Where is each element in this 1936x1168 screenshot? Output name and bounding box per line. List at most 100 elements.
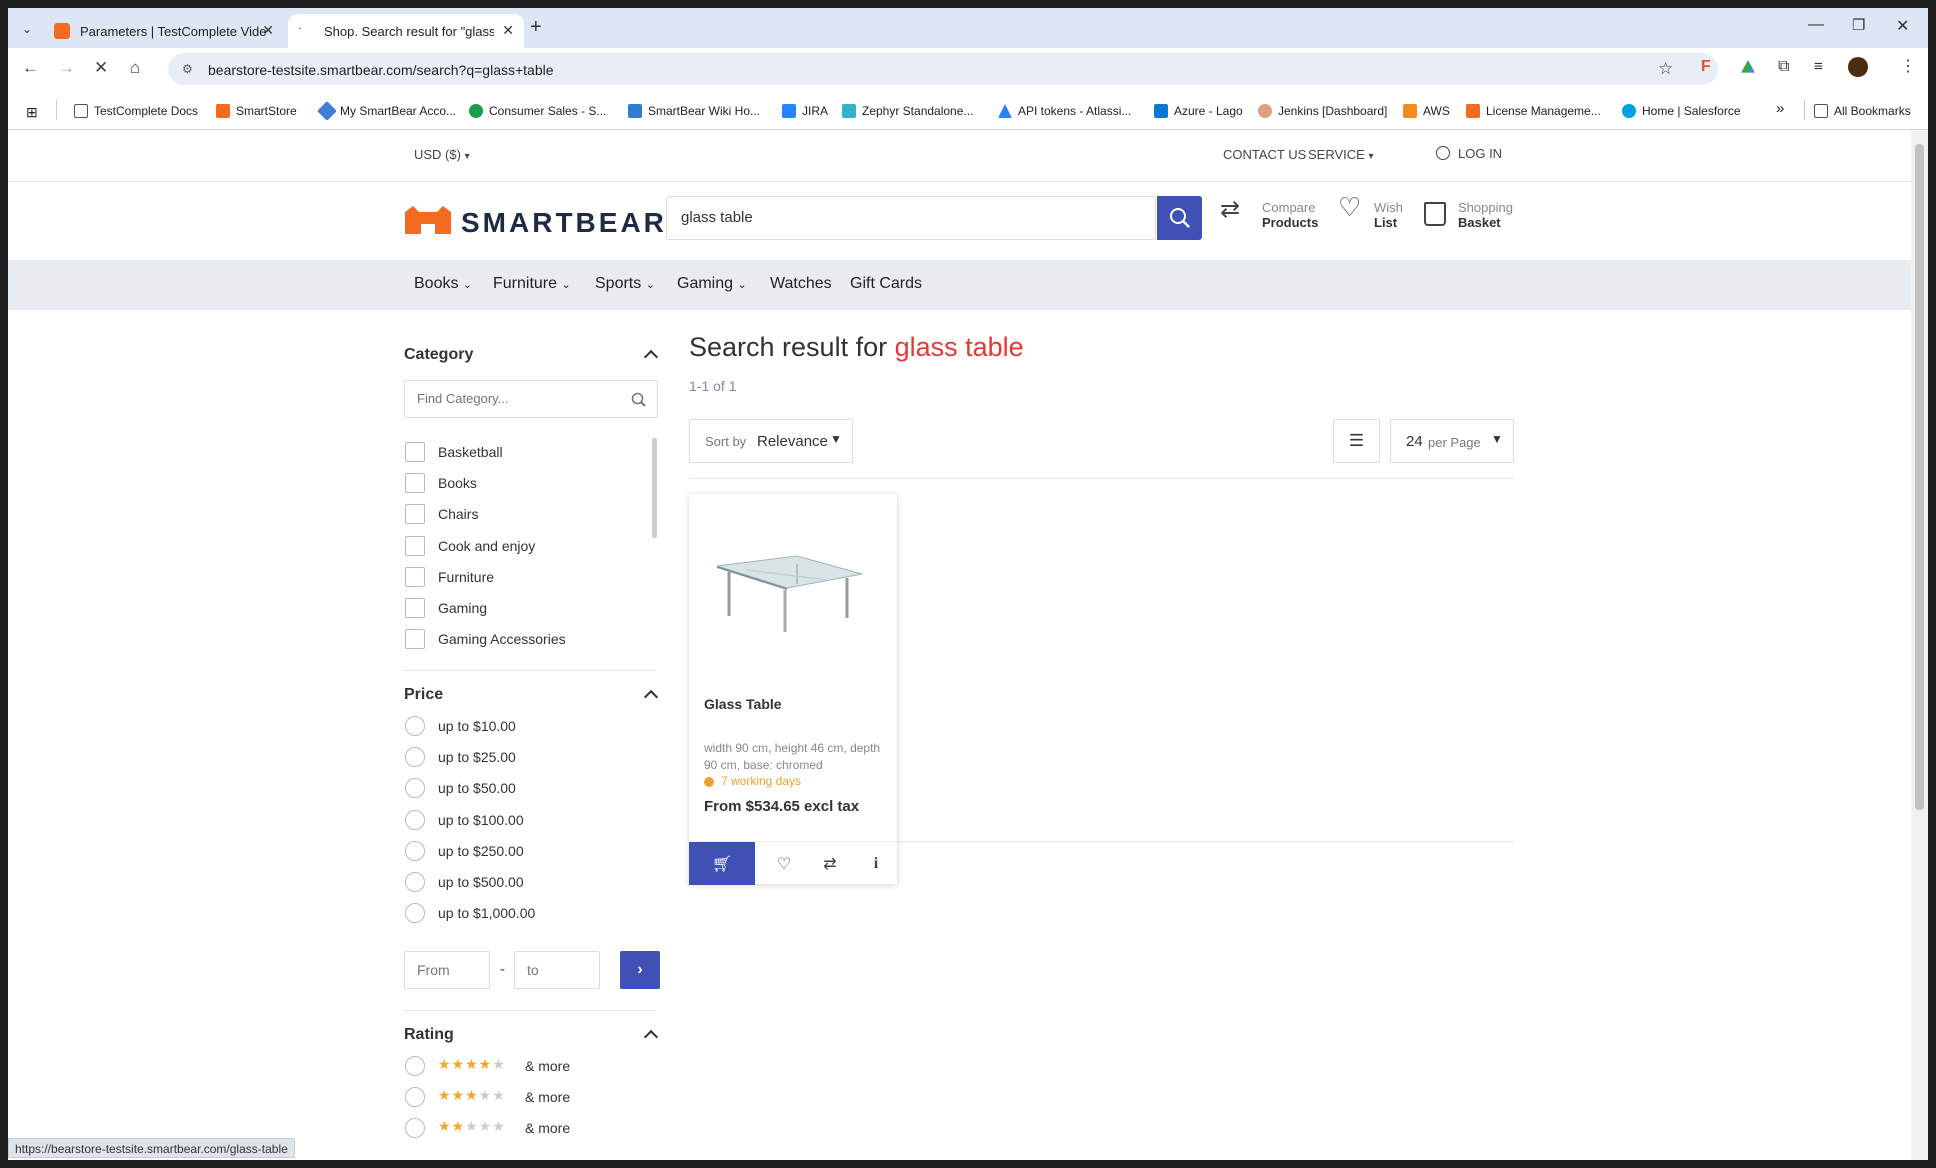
bookmark-item[interactable]: Zephyr Standalone... [842, 104, 973, 118]
tab-parameters[interactable]: Parameters | TestComplete Vide ✕ [44, 14, 284, 48]
bookmark-item[interactable]: TestComplete Docs [74, 104, 198, 118]
bookmark-item[interactable]: SmartStore [216, 104, 297, 118]
back-icon[interactable]: ← [22, 58, 39, 78]
extension-f-icon[interactable]: F [1701, 58, 1711, 76]
restore-button[interactable]: ❐ [1852, 16, 1865, 34]
menu-furniture[interactable]: Furniture ⌄ [493, 275, 571, 293]
bookmark-item[interactable]: License Manageme... [1466, 104, 1601, 118]
radio-rating[interactable] [405, 1118, 425, 1138]
chevron-up-icon[interactable] [643, 1029, 659, 1045]
service-menu[interactable]: SERVICE ▾ [1308, 147, 1374, 162]
bookmark-item[interactable]: Home | Salesforce [1622, 104, 1741, 118]
checkbox-cook-and-enjoy[interactable] [405, 536, 425, 556]
close-window-button[interactable]: ✕ [1896, 16, 1909, 36]
profile-avatar[interactable] [1848, 57, 1868, 77]
cart-icon: 🛒︎ [711, 855, 733, 873]
bookmark-item[interactable]: Consumer Sales - S... [469, 104, 606, 118]
checkbox-basketball[interactable] [405, 442, 425, 462]
radio-price[interactable] [405, 778, 425, 798]
radio-rating[interactable] [405, 1087, 425, 1107]
bookmark-item[interactable]: JIRA [782, 104, 828, 118]
scrollbar-thumb[interactable] [1915, 144, 1924, 810]
product-name[interactable]: Glass Table [704, 696, 782, 712]
radio-price[interactable] [405, 747, 425, 767]
extensions-icon[interactable]: ⧉ [1778, 58, 1789, 76]
tab-search-button[interactable]: ⌄ [16, 18, 38, 40]
search-input[interactable] [681, 209, 1121, 226]
bookmark-item[interactable]: Jenkins [Dashboard] [1258, 104, 1387, 118]
bookmark-item[interactable]: AWS [1403, 104, 1450, 118]
page-scrollbar[interactable] [1911, 130, 1928, 1160]
chevron-up-icon[interactable] [643, 689, 659, 705]
price-label: up to $500.00 [438, 874, 524, 890]
all-bookmarks[interactable]: All Bookmarks [1814, 104, 1911, 118]
sort-dropdown[interactable]: Sort by Relevance ▼ [689, 419, 853, 463]
user-icon [1436, 146, 1450, 160]
radio-rating[interactable] [405, 1056, 425, 1076]
contact-us-link[interactable]: CONTACT US [1223, 147, 1306, 162]
search-icon [631, 392, 646, 407]
product-details-button[interactable]: i [851, 842, 901, 885]
star-icon[interactable]: ☆ [1658, 59, 1673, 79]
site-info-icon[interactable]: ⚙ [182, 62, 193, 76]
per-page-dropdown[interactable]: 24 per Page ▼ [1390, 419, 1514, 463]
add-to-wishlist-button[interactable]: ♡ [759, 842, 809, 885]
home-icon[interactable]: ⌂ [130, 58, 140, 78]
search-query: glass table [894, 332, 1024, 362]
bookmark-item[interactable]: Azure - Lago [1154, 104, 1243, 118]
jenkins-icon [1258, 104, 1272, 118]
radio-price[interactable] [405, 841, 425, 861]
stop-loading-icon[interactable]: ✕ [94, 58, 108, 78]
radio-price[interactable] [405, 716, 425, 736]
bookmark-item[interactable]: SmartBear Wiki Ho... [628, 104, 760, 118]
address-bar[interactable]: ⚙ bearstore-testsite.smartbear.com/searc… [168, 53, 1718, 85]
new-tab-button[interactable]: + [530, 16, 542, 39]
checkbox-gaming[interactable] [405, 598, 425, 618]
add-to-compare-button[interactable]: ⇄ [805, 842, 855, 885]
minimize-button[interactable]: — [1808, 16, 1824, 34]
list-view-button[interactable]: ☰ [1333, 419, 1380, 463]
radio-price[interactable] [405, 872, 425, 892]
apply-price-button[interactable]: › [620, 951, 660, 989]
bookmark-item[interactable]: API tokens - Atlassi... [998, 104, 1131, 118]
product-image[interactable] [707, 544, 867, 636]
close-icon[interactable]: ✕ [502, 22, 514, 39]
more-bookmarks-button[interactable]: » [1776, 100, 1784, 117]
radio-price[interactable] [405, 903, 425, 923]
add-to-cart-button[interactable]: 🛒︎ [689, 842, 755, 885]
menu-gift-cards[interactable]: Gift Cards [850, 275, 922, 293]
media-icon[interactable]: ≡ [1814, 58, 1823, 75]
radio-price[interactable] [405, 810, 425, 830]
google-drive-icon[interactable] [1741, 60, 1755, 73]
menu-books[interactable]: Books ⌄ [414, 275, 472, 293]
menu-icon[interactable]: ⋮ [1900, 56, 1916, 76]
category-list-scrollbar[interactable] [652, 438, 657, 538]
divider [404, 1010, 656, 1011]
checkbox-furniture[interactable] [405, 567, 425, 587]
currency-selector[interactable]: USD ($) ▾ [414, 147, 470, 162]
login-link[interactable]: LOG IN [1436, 146, 1502, 161]
tab-search-result[interactable]: · Shop. Search result for "glass ta ✕ [288, 14, 524, 48]
checkbox-gaming-accessories[interactable] [405, 629, 425, 649]
category-search-input[interactable] [417, 391, 617, 406]
forward-icon[interactable]: → [58, 58, 75, 78]
atlassian-icon [998, 104, 1012, 118]
product-card[interactable]: Glass Table width 90 cm, height 46 cm, d… [689, 494, 897, 885]
price-to-input[interactable] [514, 951, 600, 989]
delivery-time: 7 working days [721, 774, 802, 788]
menu-gaming[interactable]: Gaming ⌄ [677, 275, 747, 293]
checkbox-books[interactable] [405, 473, 425, 493]
apps-icon[interactable]: ⊞ [26, 104, 38, 121]
price-from-input[interactable] [404, 951, 490, 989]
price-label: up to $100.00 [438, 812, 524, 828]
results-heading: Search result for glass table [689, 332, 1024, 362]
smartbear-favicon-icon [54, 23, 70, 39]
bookmark-item[interactable]: My SmartBear Acco... [317, 101, 456, 121]
menu-watches[interactable]: Watches [770, 275, 832, 293]
status-bar: https://bearstore-testsite.smartbear.com… [8, 1138, 295, 1158]
checkbox-chairs[interactable] [405, 504, 425, 524]
menu-sports[interactable]: Sports ⌄ [595, 275, 655, 293]
close-icon[interactable]: ✕ [262, 22, 274, 39]
chevron-up-icon[interactable] [643, 349, 659, 365]
search-button[interactable] [1157, 196, 1202, 240]
